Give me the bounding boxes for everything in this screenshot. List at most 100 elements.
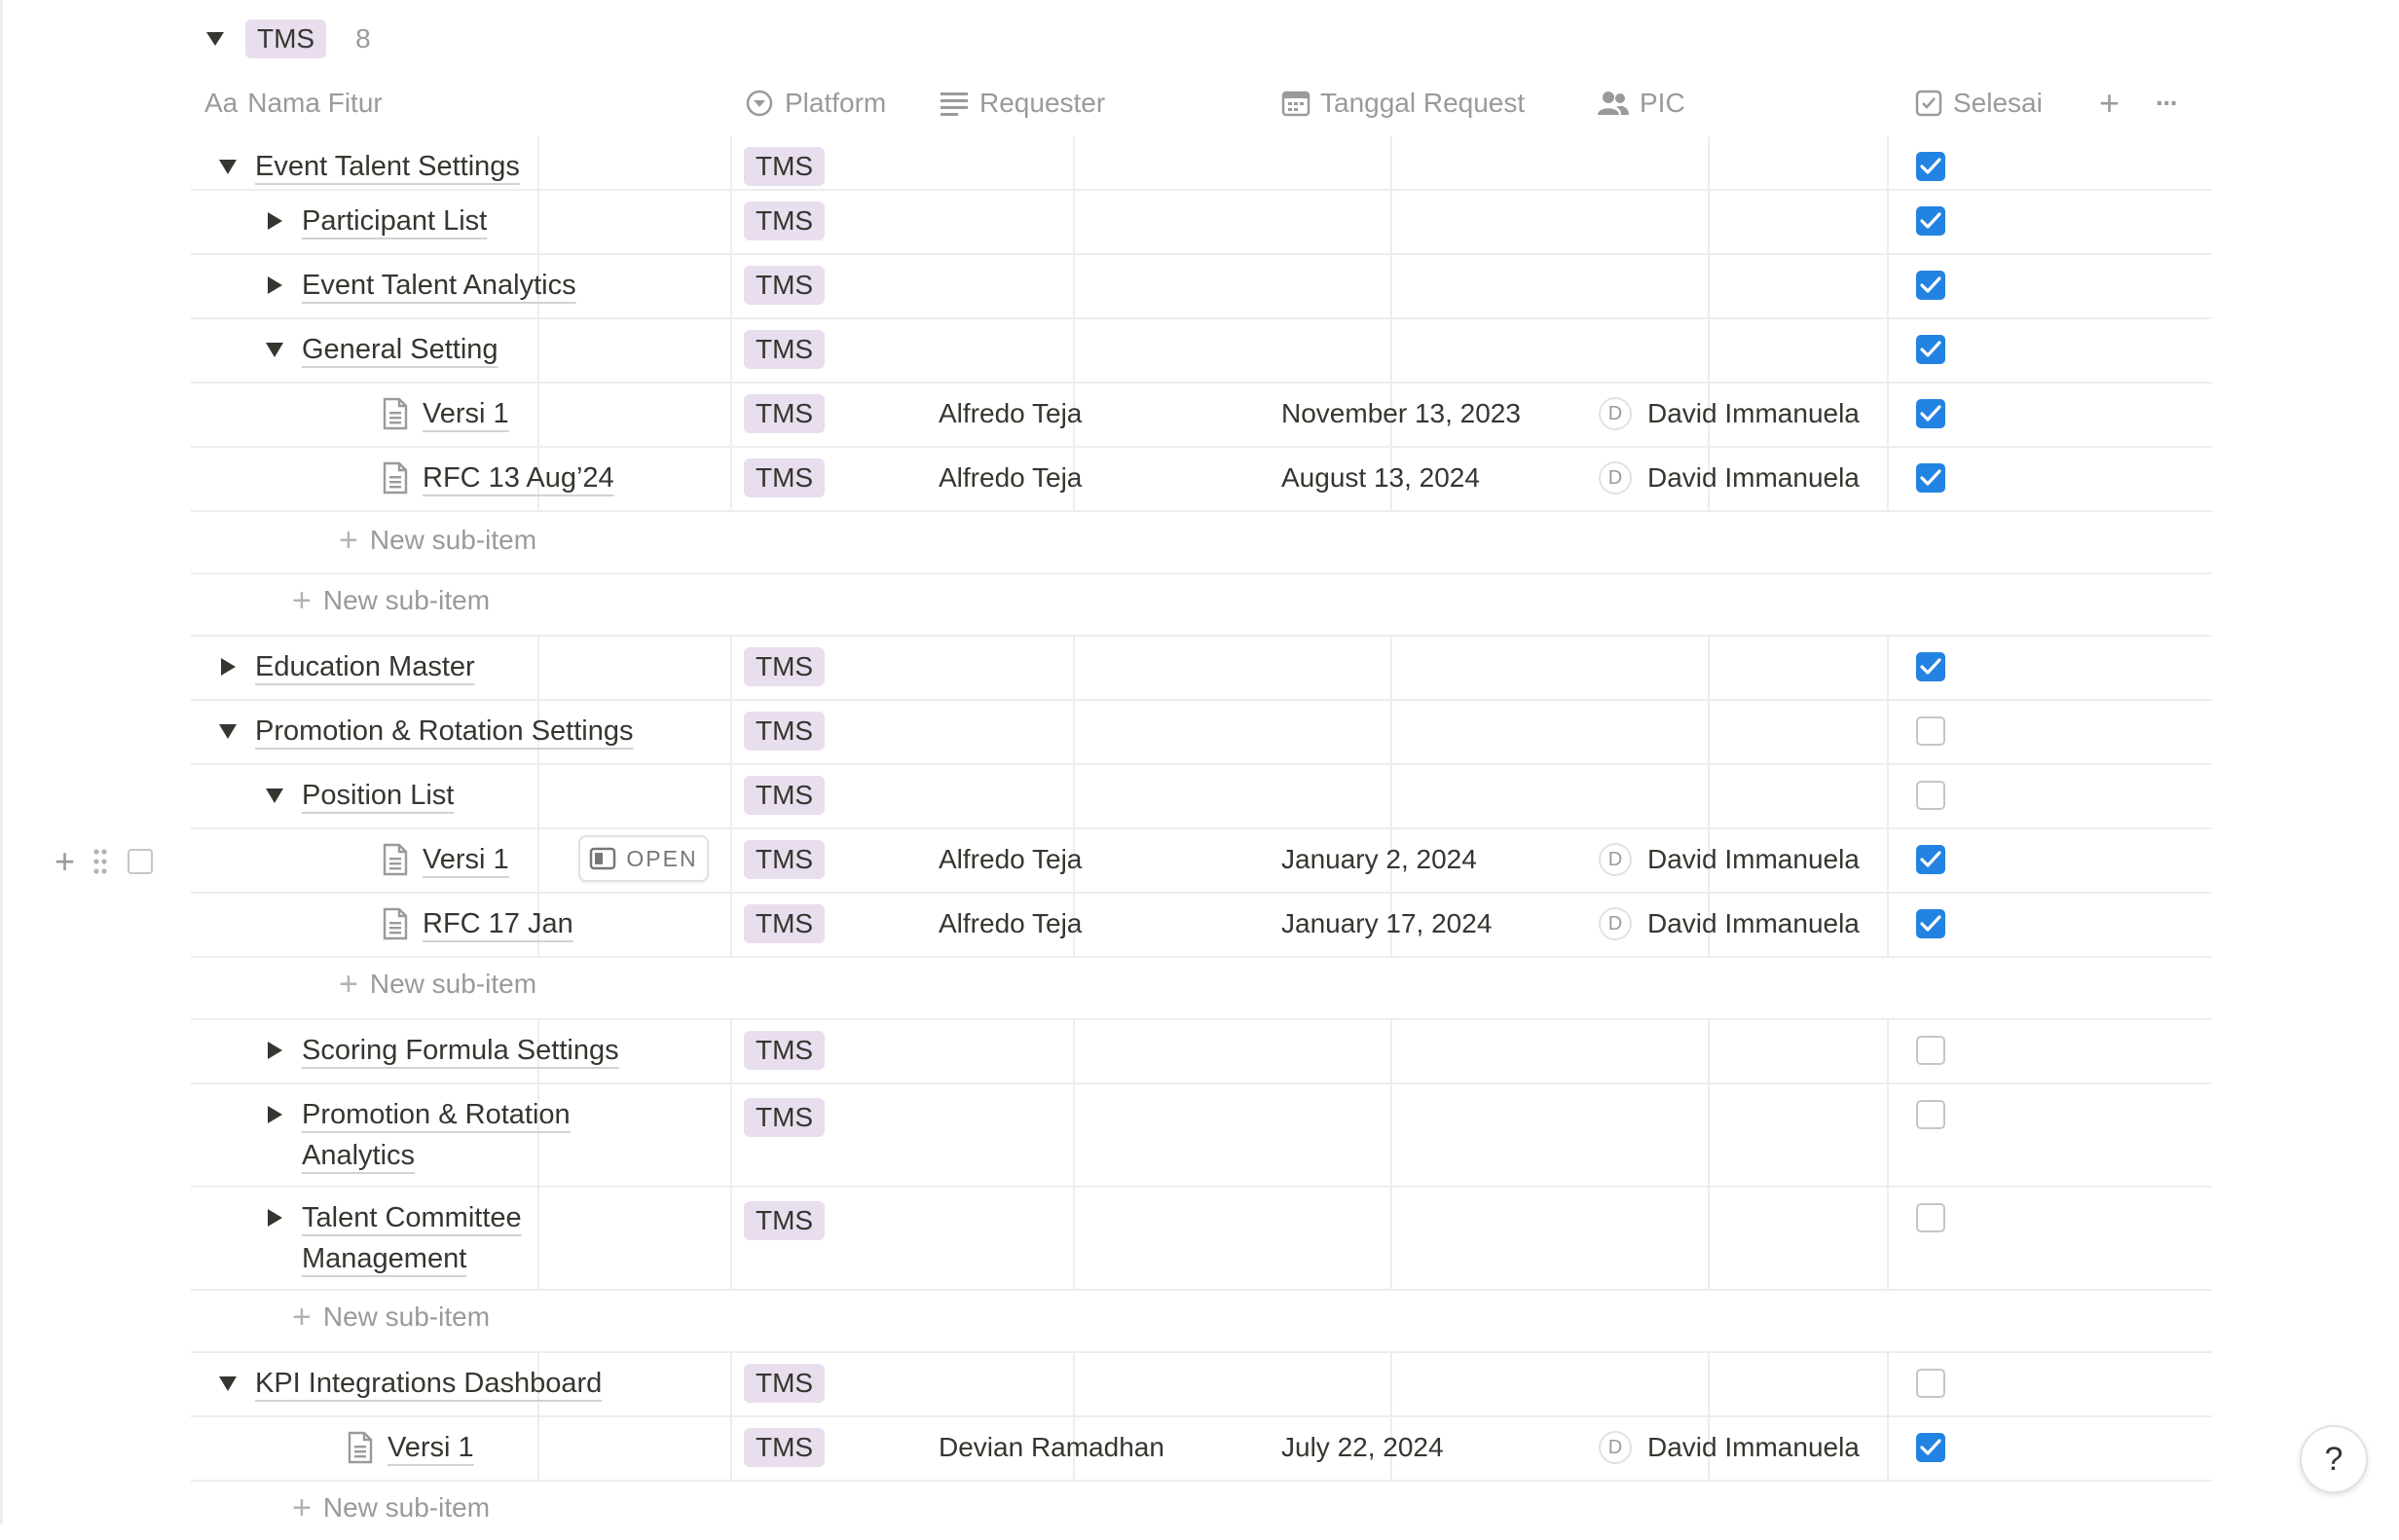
requester-cell[interactable]: Alfredo Teja — [939, 903, 1082, 944]
feature-name-cell[interactable]: Position List — [255, 775, 454, 816]
drag-handle-icon[interactable] — [92, 847, 108, 876]
toggle-collapsed-icon[interactable] — [255, 201, 294, 230]
feature-name-label[interactable]: Event Talent Analytics — [302, 265, 576, 306]
column-header-done[interactable]: Selesai — [1914, 78, 2043, 128]
request-date-cell[interactable]: January 2, 2024 — [1281, 839, 1477, 880]
platform-tag[interactable]: TMS — [744, 904, 826, 943]
table-row[interactable]: Promotion & Rotation Analytics TMS — [191, 1084, 2212, 1188]
platform-tag[interactable]: TMS — [744, 458, 826, 497]
row-select-checkbox[interactable] — [128, 849, 154, 874]
pic-cell[interactable]: D David Immanuela — [1599, 843, 1860, 876]
feature-name-label[interactable]: Versi 1 — [388, 1427, 474, 1468]
new-sub-item-row[interactable]: + New sub-item — [191, 1482, 2212, 1540]
feature-name-cell[interactable]: RFC 17 Jan — [382, 903, 573, 944]
new-sub-item-button[interactable]: + New sub-item — [339, 968, 536, 1001]
column-header-requester[interactable]: Requester — [939, 78, 1105, 128]
feature-name-cell[interactable]: Promotion & Rotation Settings — [208, 711, 633, 752]
table-row[interactable]: Event Talent Settings TMS — [191, 136, 2212, 191]
pic-cell[interactable]: D David Immanuela — [1599, 1431, 1860, 1464]
platform-tag[interactable]: TMS — [744, 1098, 826, 1137]
help-button[interactable]: ? — [2300, 1425, 2368, 1493]
toggle-expanded-icon[interactable] — [208, 146, 247, 174]
request-date-cell[interactable]: November 13, 2023 — [1281, 393, 1521, 434]
platform-tag[interactable]: TMS — [744, 840, 826, 879]
pic-cell[interactable]: D David Immanuela — [1599, 907, 1860, 940]
done-checkbox-unchecked[interactable] — [1916, 1369, 1945, 1398]
feature-name-cell[interactable]: Versi 1 — [382, 393, 509, 434]
table-row[interactable]: Versi 1 TMS Devian Ramadhan July 22, 2024 D D… — [191, 1417, 2212, 1482]
feature-name-cell[interactable]: KPI Integrations Dashboard — [208, 1363, 602, 1404]
toggle-expanded-icon[interactable] — [255, 775, 294, 803]
done-checkbox-checked[interactable] — [1916, 909, 1945, 938]
platform-tag[interactable]: TMS — [744, 202, 826, 240]
column-header-platform[interactable]: Platform — [744, 78, 886, 128]
feature-name-label[interactable]: Position List — [302, 775, 454, 816]
requester-cell[interactable]: Alfredo Teja — [939, 839, 1082, 880]
feature-name-cell[interactable]: Scoring Formula Settings — [255, 1030, 619, 1071]
column-header-pic[interactable]: PIC — [1597, 78, 1685, 128]
table-row[interactable]: Participant List TMS — [191, 191, 2212, 255]
feature-name-cell[interactable]: Versi 1 — [382, 839, 509, 880]
table-row[interactable]: Talent Committee Management TMS — [191, 1188, 2212, 1291]
feature-name-label[interactable]: Talent Committee — [302, 1197, 522, 1238]
toggle-collapsed-icon[interactable] — [255, 1197, 294, 1227]
platform-tag[interactable]: TMS — [744, 1364, 826, 1403]
request-date-cell[interactable]: January 17, 2024 — [1281, 903, 1492, 944]
table-row[interactable]: Position List TMS — [191, 765, 2212, 829]
done-checkbox-checked[interactable] — [1916, 335, 1945, 364]
toggle-collapsed-icon[interactable] — [255, 265, 294, 294]
feature-name-label[interactable]: Education Master — [255, 646, 475, 687]
feature-name-cell[interactable]: Versi 1 — [347, 1427, 474, 1468]
table-row[interactable]: Education Master TMS — [191, 637, 2212, 701]
table-row[interactable]: General Setting TMS — [191, 319, 2212, 384]
request-date-cell[interactable]: July 22, 2024 — [1281, 1427, 1444, 1468]
table-row[interactable]: RFC 17 Jan TMS Alfredo Teja January 17, 202… — [191, 894, 2212, 958]
more-options-button[interactable]: ··· — [2156, 78, 2179, 128]
feature-name-label[interactable]: Versi 1 — [423, 839, 509, 880]
new-sub-item-button[interactable]: + New sub-item — [339, 524, 536, 557]
feature-name-label[interactable]: General Setting — [302, 329, 498, 370]
toggle-expanded-icon[interactable] — [208, 711, 247, 739]
feature-name-label[interactable]: RFC 17 Jan — [423, 903, 573, 944]
new-sub-item-row[interactable]: + New sub-item — [191, 958, 2212, 1020]
group-collapse-icon[interactable] — [206, 32, 224, 46]
pic-cell[interactable]: D David Immanuela — [1599, 397, 1860, 430]
toggle-expanded-icon[interactable] — [255, 329, 294, 357]
feature-name-label[interactable]: KPI Integrations Dashboard — [255, 1363, 602, 1404]
table-row[interactable]: KPI Integrations Dashboard TMS — [191, 1353, 2212, 1417]
table-row[interactable]: Promotion & Rotation Settings TMS — [191, 701, 2212, 765]
pic-cell[interactable]: D David Immanuela — [1599, 461, 1860, 495]
new-sub-item-row[interactable]: + New sub-item — [191, 514, 2212, 574]
platform-tag[interactable]: TMS — [744, 1201, 826, 1240]
feature-name-label[interactable]: Promotion & Rotation Settings — [255, 711, 633, 752]
requester-cell[interactable]: Alfredo Teja — [939, 458, 1082, 498]
feature-name-cell[interactable]: Participant List — [255, 201, 487, 241]
platform-tag[interactable]: TMS — [744, 1428, 826, 1467]
new-sub-item-row[interactable]: + New sub-item — [191, 574, 2212, 637]
requester-cell[interactable]: Devian Ramadhan — [939, 1427, 1164, 1468]
done-checkbox-unchecked[interactable] — [1916, 781, 1945, 810]
new-sub-item-button[interactable]: + New sub-item — [292, 1491, 490, 1524]
feature-name-cell[interactable]: Event Talent Analytics — [255, 265, 576, 306]
add-property-button[interactable]: + — [2099, 78, 2120, 128]
table-row[interactable]: Versi 1 TMS Alfredo Teja November 13, 2023 D… — [191, 384, 2212, 448]
done-checkbox-checked[interactable] — [1916, 399, 1945, 428]
table-row[interactable]: Versi 1 TMS Alfredo Teja January 2, 2024 D Da… — [191, 829, 2212, 894]
done-checkbox-unchecked[interactable] — [1916, 1203, 1945, 1232]
feature-name-label-line2[interactable]: Management — [302, 1238, 522, 1279]
platform-tag[interactable]: TMS — [744, 647, 826, 686]
feature-name-cell[interactable]: Event Talent Settings — [208, 146, 520, 187]
done-checkbox-unchecked[interactable] — [1916, 716, 1945, 746]
platform-tag[interactable]: TMS — [744, 330, 826, 369]
done-checkbox-unchecked[interactable] — [1916, 1100, 1945, 1129]
feature-name-cell[interactable]: Talent Committee Management — [255, 1197, 522, 1279]
feature-name-label[interactable]: Scoring Formula Settings — [302, 1030, 619, 1071]
done-checkbox-checked[interactable] — [1916, 206, 1945, 236]
column-header-name[interactable]: Aa Nama Fitur — [204, 78, 383, 128]
feature-name-cell[interactable]: Education Master — [208, 646, 475, 687]
feature-name-label[interactable]: Versi 1 — [423, 393, 509, 434]
feature-name-label[interactable]: Participant List — [302, 201, 487, 241]
feature-name-cell[interactable]: RFC 13 Aug’24 — [382, 458, 614, 498]
add-row-icon[interactable]: + — [55, 841, 75, 882]
feature-name-label[interactable]: RFC 13 Aug’24 — [423, 458, 614, 498]
